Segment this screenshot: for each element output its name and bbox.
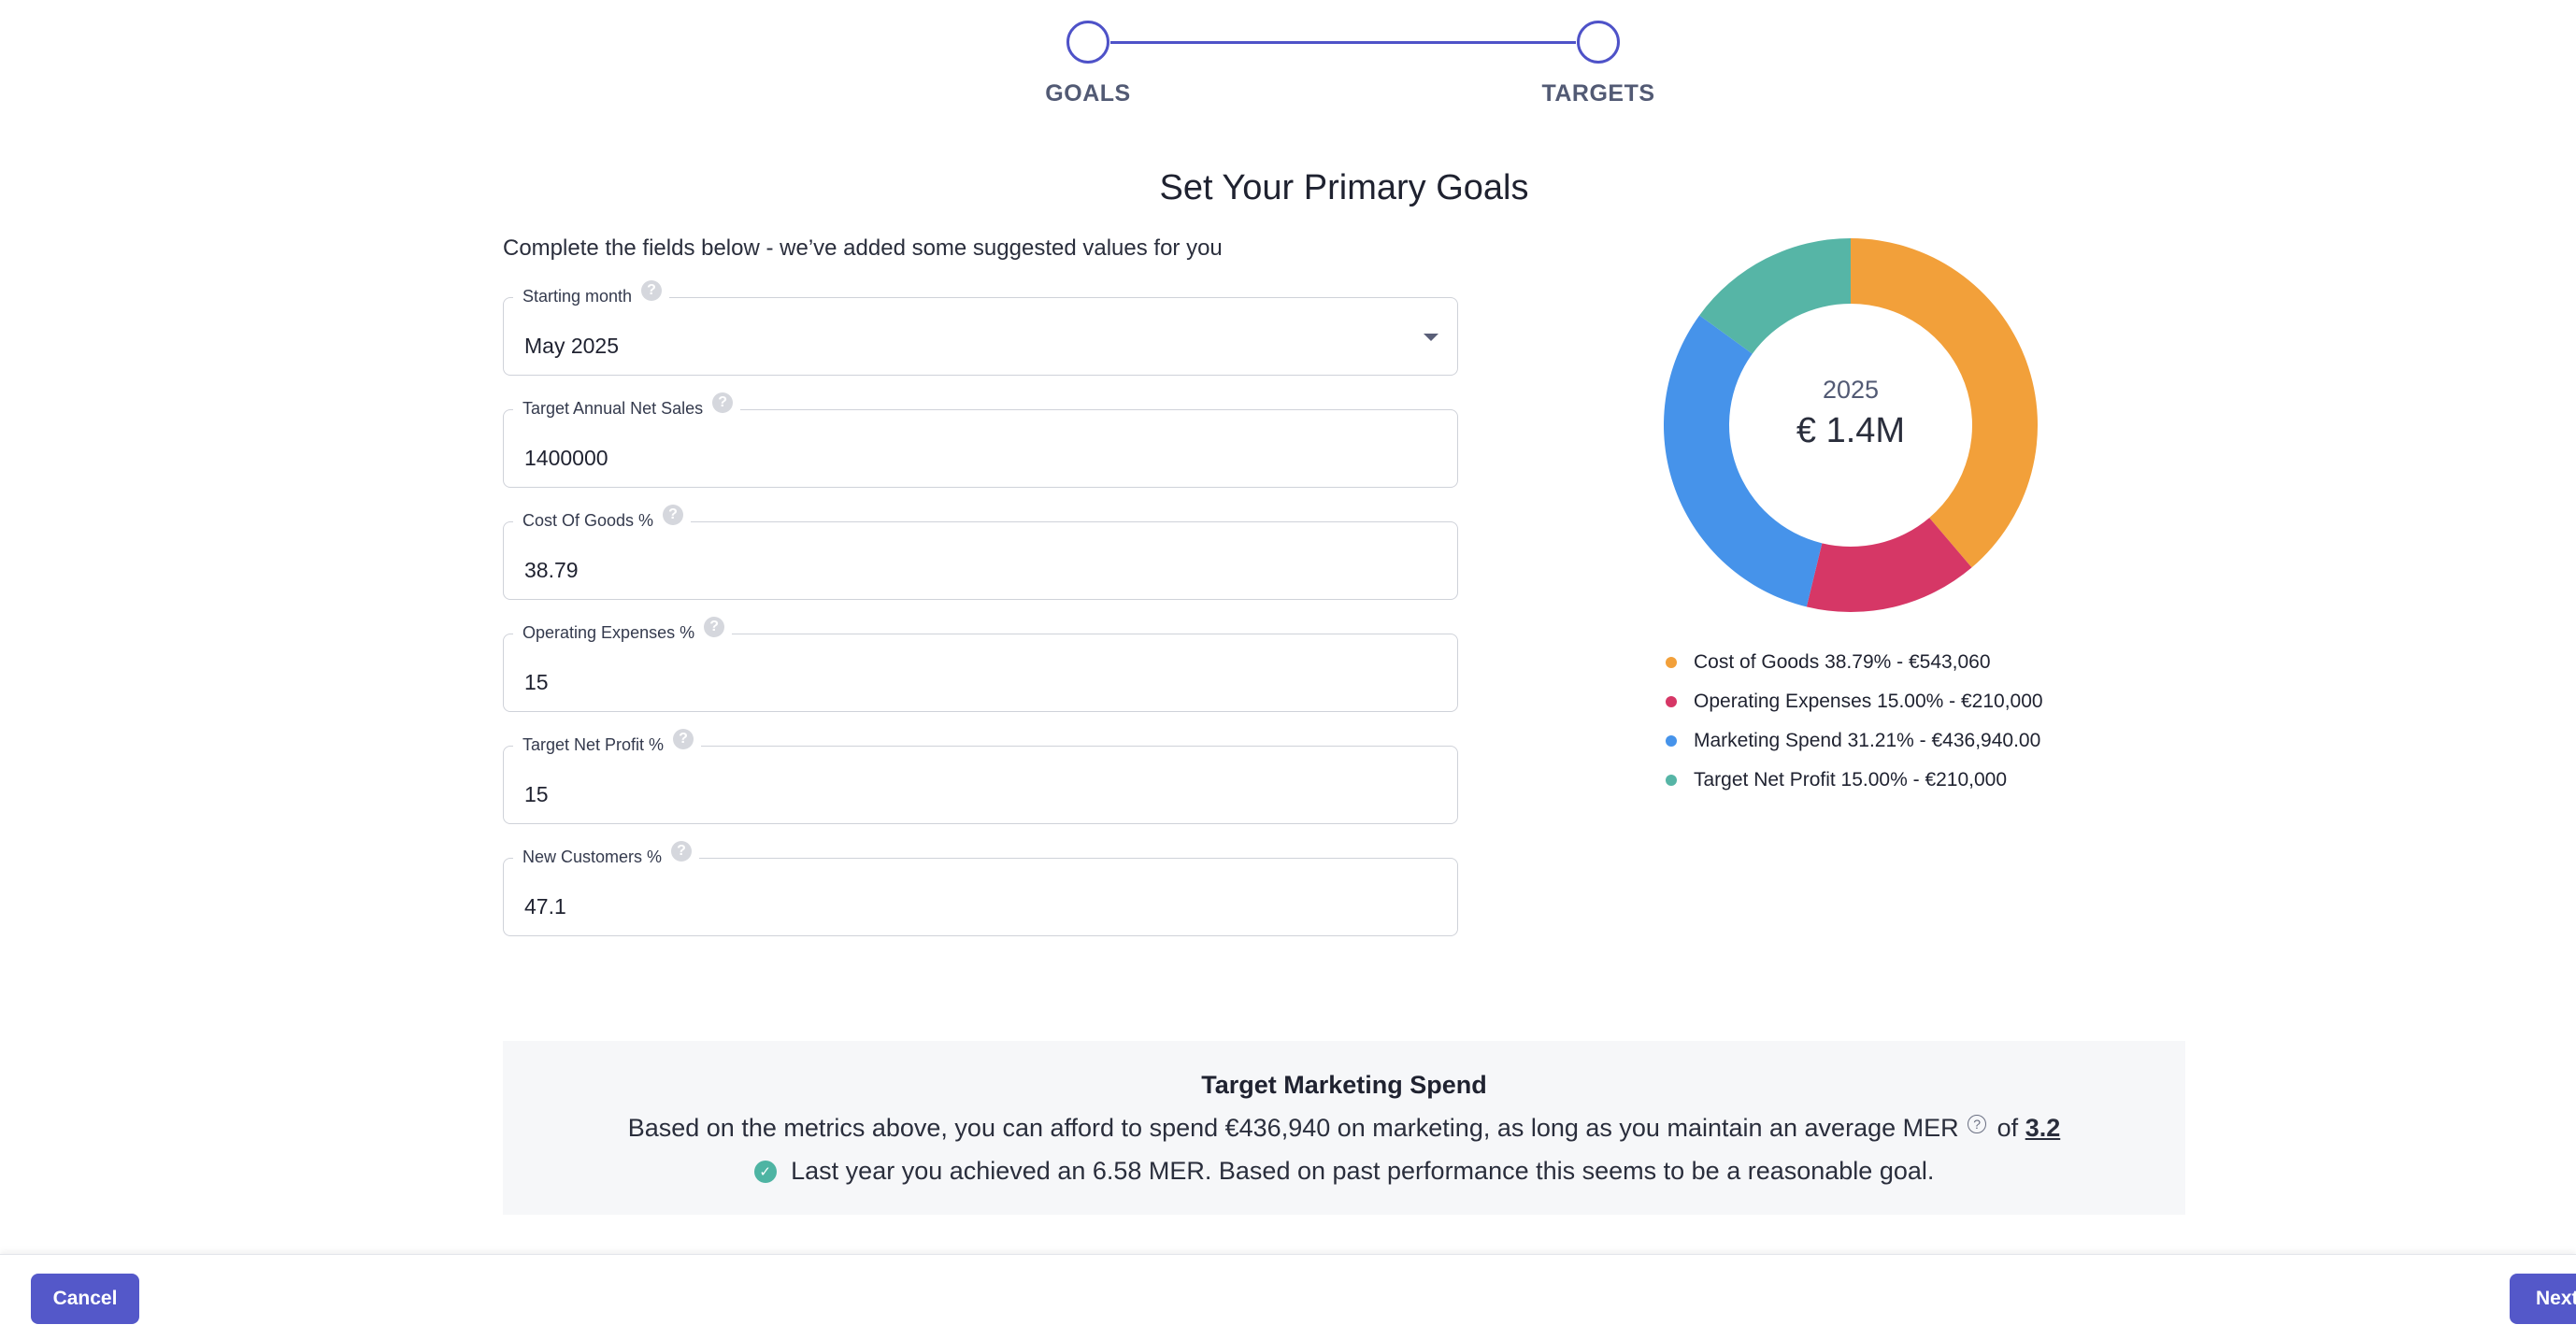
- operating-expenses-field[interactable]: Operating Expenses % ? 15: [503, 617, 1458, 712]
- step-targets-circle[interactable]: [1577, 21, 1620, 64]
- summary-past-text: Last year you achieved an 6.58 MER. Base…: [791, 1157, 1935, 1185]
- step-goals-label: GOALS: [1045, 80, 1131, 107]
- help-icon[interactable]: ?: [671, 841, 693, 862]
- donut-center-year: 2025: [1822, 376, 1880, 404]
- new-customers-value: 47.1: [524, 894, 566, 919]
- net-profit-label: Target Net Profit %: [522, 734, 665, 754]
- net-profit-field[interactable]: Target Net Profit % ? 15: [503, 729, 1458, 824]
- footer-bar: Cancel Next: [0, 1254, 2576, 1339]
- legend-label: Cost of Goods 38.79% - €543,060: [1694, 651, 1991, 673]
- donut-center-total: € 1.4M: [1796, 411, 1906, 450]
- starting-month-select[interactable]: Starting month ? May 2025: [503, 280, 1458, 376]
- legend-label: Operating Expenses 15.00% - €210,000: [1694, 691, 2043, 712]
- net-sales-value: 1400000: [524, 446, 608, 470]
- new-customers-field[interactable]: New Customers % ? 47.1: [503, 841, 1458, 936]
- stepper-connector: [1110, 41, 1576, 44]
- net-sales-field[interactable]: Target Annual Net Sales ? 1400000: [503, 392, 1458, 488]
- legend-dot: [1666, 696, 1677, 707]
- legend-item: Target Net Profit 15.00% - €210,000: [1666, 761, 2043, 800]
- cost-of-goods-label: Cost Of Goods %: [522, 510, 654, 530]
- summary-afford-text: Based on the metrics above, you can affo…: [627, 1114, 1959, 1142]
- legend-item: Cost of Goods 38.79% - €543,060: [1666, 643, 2043, 682]
- legend-item: Operating Expenses 15.00% - €210,000: [1666, 682, 2043, 721]
- summary-title: Target Marketing Spend: [1201, 1071, 1487, 1099]
- summary-of-text: of: [1996, 1114, 2019, 1142]
- cost-of-goods-legend: Cost Of Goods % ?: [513, 505, 692, 533]
- new-customers-label: New Customers %: [522, 847, 663, 866]
- help-icon[interactable]: ?: [712, 392, 734, 413]
- intro-text: Complete the fields below - we’ve added …: [503, 235, 1223, 261]
- help-icon[interactable]: ?: [673, 729, 694, 749]
- page-title: Set Your Primary Goals: [1159, 168, 1529, 207]
- net-sales-label: Target Annual Net Sales: [522, 398, 704, 418]
- help-icon[interactable]: ?: [641, 280, 663, 301]
- chart-legend: Cost of Goods 38.79% - €543,060 Operatin…: [1666, 643, 2043, 800]
- operating-expenses-label: Operating Expenses %: [522, 622, 695, 642]
- mer-help-icon[interactable]: ?: [1968, 1115, 1987, 1133]
- step-goals-circle[interactable]: [1066, 21, 1109, 64]
- help-icon[interactable]: ?: [663, 505, 684, 525]
- progress-stepper: GOALS TARGETS: [0, 0, 2576, 131]
- donut-slice-2[interactable]: [1664, 315, 1823, 607]
- cancel-button[interactable]: Cancel: [31, 1274, 139, 1324]
- legend-dot: [1666, 775, 1677, 786]
- net-profit-value: 15: [524, 782, 549, 806]
- help-icon[interactable]: ?: [704, 617, 725, 637]
- legend-item: Marketing Spend 31.21% - €436,940.00: [1666, 721, 2043, 761]
- starting-month-value: May 2025: [524, 334, 620, 358]
- legend-dot: [1666, 735, 1677, 747]
- chevron-down-icon[interactable]: [1424, 334, 1438, 341]
- next-button[interactable]: Next: [2510, 1274, 2576, 1324]
- new-customers-legend: New Customers % ?: [513, 841, 700, 869]
- summary-line-afford: Based on the metrics above, you can affo…: [503, 1114, 2185, 1143]
- starting-month-label: Starting month: [522, 286, 633, 306]
- starting-month-legend: Starting month ?: [513, 280, 670, 308]
- cost-of-goods-value: 38.79: [524, 558, 579, 582]
- check-circle-icon: ✓: [753, 1161, 777, 1183]
- mer-value-link[interactable]: 3.2: [2025, 1114, 2061, 1142]
- legend-label: Target Net Profit 15.00% - €210,000: [1694, 769, 2008, 791]
- legend-label: Marketing Spend 31.21% - €436,940.00: [1694, 730, 2041, 751]
- operating-expenses-legend: Operating Expenses % ?: [513, 617, 733, 645]
- net-profit-legend: Target Net Profit % ?: [513, 729, 702, 757]
- operating-expenses-value: 15: [524, 670, 549, 694]
- cost-of-goods-field[interactable]: Cost Of Goods % ? 38.79: [503, 505, 1458, 600]
- step-targets-label: TARGETS: [1541, 80, 1655, 107]
- net-sales-legend: Target Annual Net Sales ?: [513, 392, 741, 420]
- marketing-spend-summary: Target Marketing Spend Based on the metr…: [503, 1041, 2185, 1215]
- summary-line-past: ✓ Last year you achieved an 6.58 MER. Ba…: [503, 1157, 2185, 1186]
- legend-dot: [1666, 657, 1677, 668]
